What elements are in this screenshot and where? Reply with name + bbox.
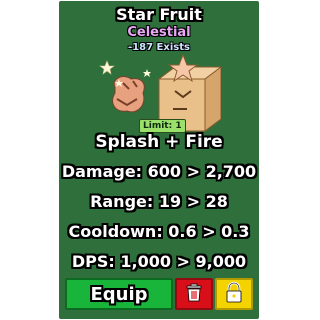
delete-button[interactable] xyxy=(175,278,213,310)
lock-button[interactable] xyxy=(215,278,253,310)
limit-badge: Limit: 1 xyxy=(139,119,186,133)
stat-dps: DPS: 1,000 > 9,000 xyxy=(71,252,247,271)
item-rarity: Celestial xyxy=(127,25,191,40)
stat-range: Range: 19 > 28 xyxy=(90,192,228,211)
item-card: Star Fruit Celestial -187 Exists Limit: … xyxy=(59,1,259,319)
lock-icon xyxy=(223,281,245,307)
equip-button-label: Equip xyxy=(90,283,148,305)
ability-label: Splash + Fire xyxy=(95,132,223,152)
item-name: Star Fruit xyxy=(116,5,202,24)
stat-damage: Damage: 600 > 2,700 xyxy=(61,162,257,181)
equip-button[interactable]: Equip xyxy=(65,278,173,310)
trash-icon xyxy=(184,282,204,306)
left-figure xyxy=(112,76,145,113)
stat-cooldown: Cooldown: 0.6 > 0.3 xyxy=(68,222,250,241)
